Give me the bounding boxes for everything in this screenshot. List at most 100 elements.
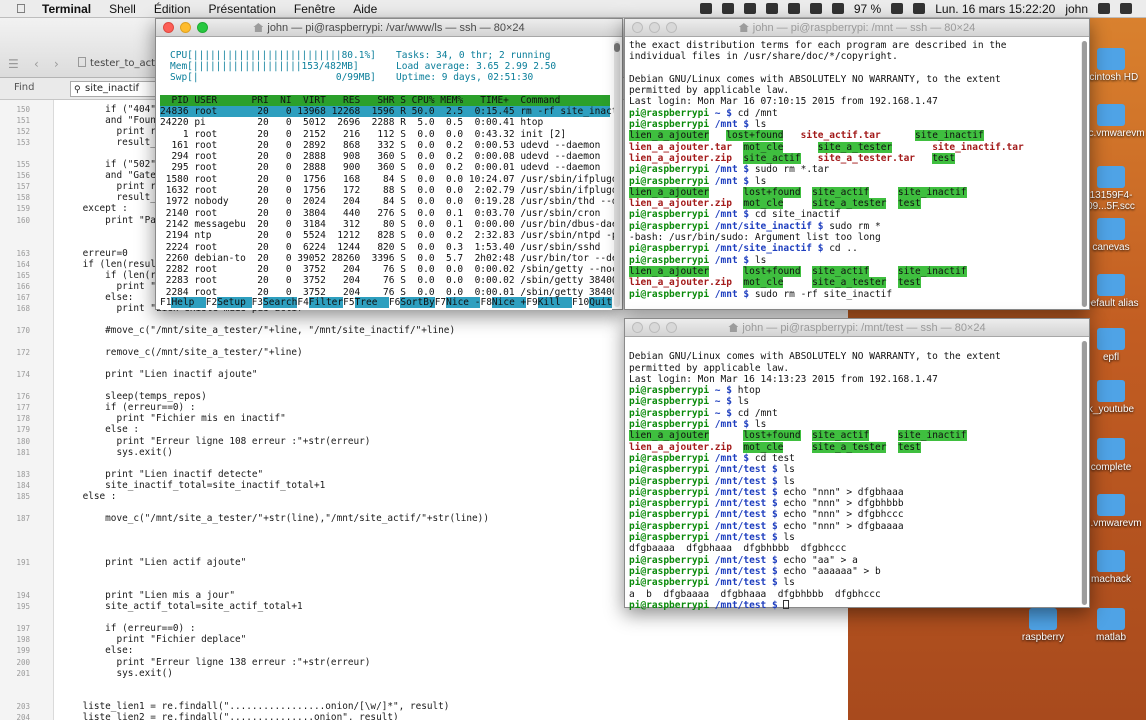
user-name[interactable]: john	[1065, 2, 1088, 16]
htop-screen[interactable]: CPU[||||||||||||||||||||||||||80.1%] Mem…	[160, 40, 618, 310]
process-row[interactable]: 2283 root 20 0 3752 204 76 S 0.0 0.0 0:0…	[160, 275, 618, 286]
function-key-label[interactable]: Setup	[217, 297, 252, 308]
code-line[interactable]: 199 else:	[0, 645, 848, 656]
terminal-titlebar[interactable]: john — pi@raspberrypi: /mnt — ssh — 80×2…	[625, 19, 1089, 37]
process-table-header[interactable]: PID USER PRI NI VIRT RES SHR S CPU% MEM%…	[160, 95, 610, 107]
menu-shell[interactable]: Shell	[109, 2, 136, 16]
code-line[interactable]: 204 liste_lien2 = re.findall("..........…	[0, 712, 848, 720]
function-key-label[interactable]: Help	[171, 297, 206, 308]
process-row[interactable]: 1 root 20 0 2152 216 112 S 0.0 0.0 0:43.…	[160, 129, 610, 140]
scrollbar-track[interactable]	[614, 41, 620, 307]
function-key-label[interactable]: Tree	[354, 297, 389, 308]
terminal-title: john — pi@raspberrypi: /mnt/test — ssh —…	[742, 322, 986, 334]
function-key[interactable]: F9	[526, 297, 537, 308]
battery-percent[interactable]: 97 %	[854, 2, 881, 16]
close-button[interactable]	[632, 22, 643, 33]
process-row[interactable]: 2142 messagebu 20 0 3184 312 80 S 0.0 0.…	[160, 219, 618, 230]
function-key[interactable]: F2	[206, 297, 217, 308]
terminal-titlebar[interactable]: john — pi@raspberrypi: /var/www/ls — ssh…	[156, 19, 622, 37]
forward-arrow-icon[interactable]: ›	[54, 57, 74, 73]
scrollbar-thumb[interactable]	[1082, 341, 1087, 605]
terminal-text: test	[897, 198, 921, 210]
menu-app-name[interactable]: Terminal	[42, 2, 91, 16]
process-row[interactable]: 294 root 20 0 2888 908 360 S 0.0 0.2 0:0…	[160, 151, 610, 162]
line-number: 164	[16, 259, 30, 269]
function-key-label[interactable]: Filter	[308, 297, 344, 308]
function-key-label[interactable]: Quit	[589, 297, 613, 308]
zoom-button[interactable]	[197, 22, 208, 33]
terminal-line: pi@raspberrypi ~ $ htop	[629, 385, 1077, 396]
function-key[interactable]: F6	[389, 297, 400, 308]
function-key[interactable]: F5	[343, 297, 354, 308]
volume-icon[interactable]	[831, 3, 844, 14]
function-key-label[interactable]: Search	[263, 297, 298, 308]
zoom-button[interactable]	[666, 22, 677, 33]
code-line[interactable]: 203 liste_lien1 = re.findall("..........…	[0, 701, 848, 712]
terminal-output[interactable]: the exact distribution terms for each pr…	[629, 40, 1077, 311]
process-row[interactable]: 1632 root 20 0 1756 172 88 S 0.0 0.0 2:0…	[160, 185, 618, 196]
cloud-icon[interactable]	[721, 3, 734, 14]
process-row[interactable]: 2140 root 20 0 3804 440 276 S 0.0 0.1 0:…	[160, 208, 610, 219]
close-button[interactable]	[163, 22, 174, 33]
function-key-label[interactable]: Nice +	[491, 297, 527, 308]
code-line[interactable]: 198 print "Fichier deplace"	[0, 634, 848, 645]
process-row[interactable]: 24220 pi 20 0 5012 2696 2288 R 5.0 0.5 0…	[160, 117, 610, 128]
process-row[interactable]: 2224 root 20 0 6224 1244 820 S 0.0 0.3 1…	[160, 242, 610, 253]
function-key[interactable]: F1	[160, 297, 171, 308]
menu-aide[interactable]: Aide	[353, 2, 377, 16]
scrollbar-thumb[interactable]	[614, 43, 620, 52]
notification-center-icon[interactable]	[1120, 3, 1132, 14]
minimize-button[interactable]	[649, 322, 660, 333]
menu-fenetre[interactable]: Fenêtre	[294, 2, 335, 16]
apple-icon[interactable]: 	[16, 1, 30, 16]
minimize-button[interactable]	[649, 22, 660, 33]
terminal-text: lien_a_ajouter	[629, 265, 710, 277]
process-row[interactable]: 24836 root 20 0 13968 12268 1596 R 50.0 …	[160, 106, 618, 118]
code-text: else:	[60, 291, 134, 303]
process-row[interactable]: 161 root 20 0 2892 868 332 S 0.0 0.2 0:0…	[160, 140, 610, 151]
function-key[interactable]: F3	[252, 297, 263, 308]
code-line[interactable]	[0, 679, 848, 690]
scrollbar-thumb[interactable]	[1082, 41, 1087, 307]
vmware-icon[interactable]	[699, 3, 712, 14]
process-row[interactable]: 2282 root 20 0 3752 204 76 S 0.0 0.0 0:0…	[160, 264, 618, 275]
sidebar-toggle-icon[interactable]: ☰	[8, 57, 28, 73]
menu-edition[interactable]: Édition	[154, 2, 191, 16]
process-row[interactable]: 1972 nobody 20 0 2024 204 84 S 0.0 0.0 0…	[160, 196, 618, 207]
function-key[interactable]: F8	[480, 297, 491, 308]
function-key-label[interactable]: Nice -	[446, 297, 481, 308]
code-line[interactable]	[0, 612, 848, 623]
bluetooth-icon[interactable]	[787, 3, 800, 14]
function-key-label[interactable]: SortBy	[400, 297, 435, 308]
code-line[interactable]: 197 if (erreur==0) :	[0, 623, 848, 634]
process-row[interactable]: 2194 ntp 20 0 5524 1212 828 S 0.0 0.2 2:…	[160, 230, 618, 241]
function-key[interactable]: F7	[435, 297, 446, 308]
code-line[interactable]: 201 sys.exit()	[0, 668, 848, 679]
minimize-button[interactable]	[180, 22, 191, 33]
process-row[interactable]: 1580 root 20 0 1756 168 84 S 0.0 0.0 10:…	[160, 174, 618, 185]
function-key[interactable]: F4	[297, 297, 308, 308]
clock[interactable]: Lun. 16 mars 15:22:20	[935, 2, 1055, 16]
process-row[interactable]: 295 root 20 0 2888 900 360 S 0.0 0.2 0:0…	[160, 162, 610, 173]
desktop-icon-item[interactable]: raspberry	[1008, 608, 1078, 643]
function-key[interactable]: F10	[572, 297, 589, 308]
flag-icon[interactable]	[913, 3, 926, 14]
zoom-button[interactable]	[666, 322, 677, 333]
close-button[interactable]	[632, 322, 643, 333]
function-key-label[interactable]: Kill	[537, 297, 573, 308]
terminal-titlebar[interactable]: john — pi@raspberrypi: /mnt/test — ssh —…	[625, 319, 1089, 337]
wifi-icon[interactable]	[809, 3, 822, 14]
spotlight-icon[interactable]	[1098, 3, 1110, 14]
back-arrow-icon[interactable]: ‹	[34, 57, 54, 73]
battery-icon[interactable]	[891, 3, 904, 14]
terminal-output[interactable]: Debian GNU/Linux comes with ABSOLUTELY N…	[629, 340, 1077, 611]
process-row[interactable]: 2260 debian-to 20 0 39052 28260 3396 S 0…	[160, 253, 618, 264]
code-line[interactable]: 200 print "Erreur ligne 138 erreur :"+st…	[0, 657, 848, 668]
find-input[interactable]: ⚲ site_inactif	[70, 81, 160, 97]
timemachine-icon[interactable]	[765, 3, 778, 14]
desktop-icon-item[interactable]: matlab	[1076, 608, 1146, 643]
menu-presentation[interactable]: Présentation	[209, 2, 276, 16]
code-line[interactable]	[0, 690, 848, 701]
airplay-icon[interactable]	[743, 3, 756, 14]
